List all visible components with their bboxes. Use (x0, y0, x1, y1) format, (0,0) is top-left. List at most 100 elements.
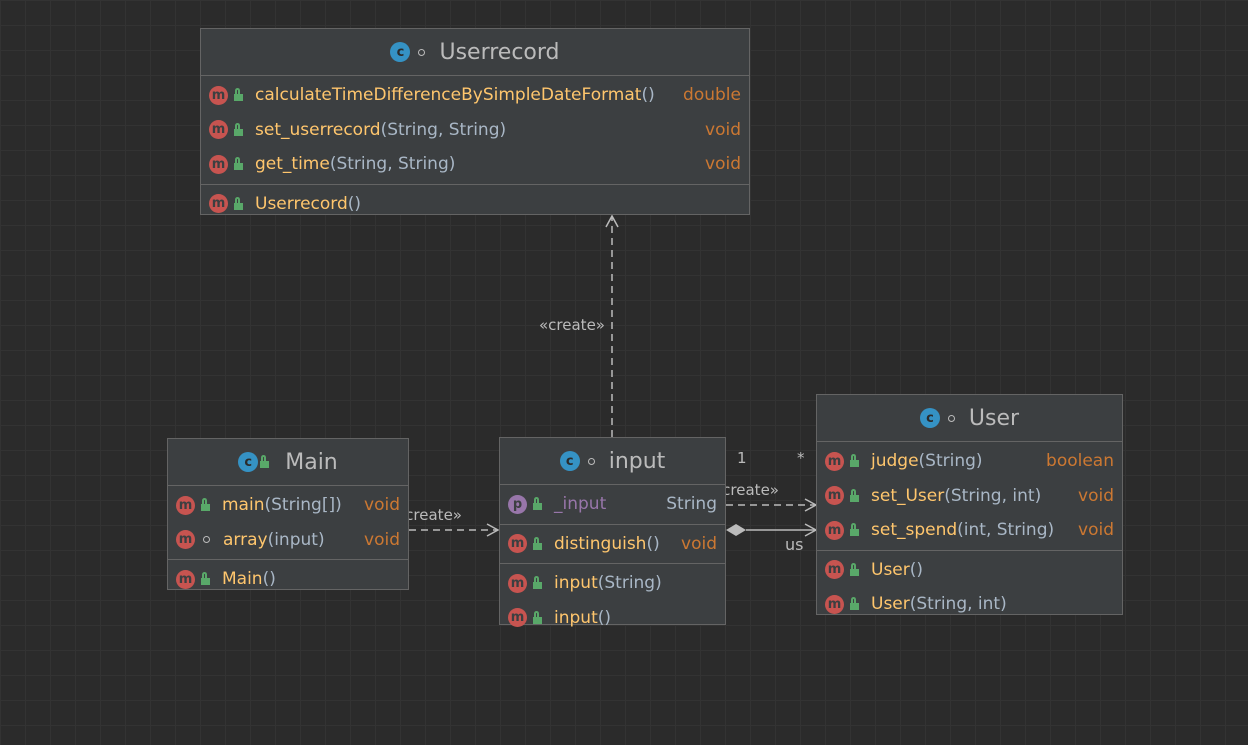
public-icon (201, 572, 210, 586)
constructor-row[interactable]: m Main () (168, 562, 408, 597)
method-name: array (223, 529, 268, 550)
methods-section: m judge (String) boolean m set_User (Str… (817, 442, 1122, 551)
constructors-section: m Userrecord () (201, 185, 749, 224)
constructor-row[interactable]: m User () (817, 553, 1122, 588)
constructor-name: Userrecord (255, 193, 348, 214)
fields-section: p _input String (500, 485, 725, 525)
field-icon: p (508, 494, 527, 514)
return-type: void (705, 119, 741, 140)
method-row[interactable]: m get_time (String, String) void (201, 147, 749, 182)
constructor-params: (String) (597, 573, 662, 594)
class-name: User (968, 405, 1020, 431)
package-visibility-icon (947, 414, 955, 422)
public-icon (533, 536, 542, 550)
constructor-params: () (597, 607, 611, 628)
field-type: String (666, 494, 717, 515)
return-type: void (705, 154, 741, 175)
method-icon: m (209, 194, 228, 214)
method-row[interactable]: m set_userrecord (String, String) void (201, 113, 749, 148)
multiplicity-one: 1 (737, 449, 747, 467)
class-main[interactable]: c Main m main (String[]) void m array (i… (167, 438, 409, 590)
method-params: (String[]) (264, 495, 342, 516)
method-row[interactable]: m array (input) void (168, 523, 408, 558)
method-row[interactable]: m judge (String) boolean (817, 444, 1122, 479)
constructor-name: Main (222, 569, 263, 590)
method-params: (String) (918, 451, 983, 472)
public-icon (850, 523, 859, 537)
runnable-class-icon: c (238, 452, 259, 472)
return-type: void (364, 529, 400, 550)
method-icon: m (209, 154, 228, 174)
class-header: c Main (168, 439, 408, 486)
method-params: (String, String) (329, 154, 456, 175)
class-user[interactable]: c User m judge (String) boolean m set_Us… (816, 394, 1123, 615)
method-icon: m (176, 495, 195, 515)
method-name: set_userrecord (255, 119, 381, 140)
method-row[interactable]: m set_User (String, int) void (817, 479, 1122, 514)
class-name: input (608, 448, 666, 474)
method-icon: m (508, 534, 527, 554)
method-icon: m (825, 520, 844, 540)
constructors-section: m User () m User (String, int) (817, 551, 1122, 624)
method-icon: m (176, 530, 195, 550)
method-name: set_User (871, 485, 945, 506)
method-icon: m (209, 85, 228, 105)
public-icon (533, 610, 542, 624)
public-icon (850, 488, 859, 502)
method-params: (int, String) (957, 520, 1055, 541)
public-icon (533, 497, 542, 511)
method-params: (String, int) (944, 485, 1042, 506)
public-icon (850, 597, 859, 611)
package-visibility-icon (418, 48, 426, 56)
constructors-section: m input (String) m input () (500, 564, 725, 637)
method-params: () (641, 85, 655, 106)
public-icon (850, 454, 859, 468)
class-header: c Userrecord (201, 29, 749, 76)
method-row[interactable]: m set_spend (int, String) void (817, 513, 1122, 548)
method-name: get_time (255, 154, 330, 175)
class-icon: c (559, 451, 580, 471)
constructor-row[interactable]: m User (String, int) (817, 587, 1122, 622)
association-role-us: us (785, 535, 804, 554)
multiplicity-many: * (797, 449, 805, 467)
method-params: (input) (267, 529, 325, 550)
constructor-name: User (871, 559, 910, 580)
return-type: double (683, 85, 741, 106)
aggregation-diamond (726, 524, 746, 536)
method-row[interactable]: m calculateTimeDifferenceBySimpleDateFor… (201, 78, 749, 113)
field-name: _input (554, 494, 607, 515)
method-icon: m (825, 486, 844, 506)
class-header: c input (500, 438, 725, 485)
method-row[interactable]: m distinguish () void (500, 527, 725, 562)
method-icon: m (825, 594, 844, 614)
package-visibility-icon (203, 536, 210, 544)
method-name: distinguish (554, 533, 647, 554)
create-label-userrecord: «create» (539, 316, 605, 334)
package-visibility-icon (587, 457, 595, 465)
constructor-name: User (871, 594, 910, 615)
public-icon (234, 196, 243, 210)
class-input[interactable]: c input p _input String m distinguish ()… (499, 437, 726, 628)
method-row[interactable]: m main (String[]) void (168, 488, 408, 523)
method-icon: m (825, 560, 844, 580)
class-header: c User (817, 395, 1122, 442)
public-icon (234, 122, 243, 136)
constructor-params: () (909, 559, 924, 580)
constructor-row[interactable]: m input (String) (500, 566, 725, 601)
return-type: boolean (1046, 451, 1114, 472)
constructor-row[interactable]: m input () (500, 601, 725, 636)
constructor-row[interactable]: m Userrecord () (201, 187, 749, 222)
constructor-params: (String, int) (909, 594, 1007, 615)
method-name: judge (871, 451, 919, 472)
return-type: void (1078, 520, 1114, 541)
class-userrecord[interactable]: c Userrecord m calculateTimeDifferenceBy… (200, 28, 750, 215)
field-row[interactable]: p _input String (500, 487, 725, 522)
methods-section: m main (String[]) void m array (input) v… (168, 486, 408, 560)
public-icon (260, 455, 270, 468)
method-params: (String, String) (380, 119, 507, 140)
class-icon: c (390, 42, 411, 62)
constructor-name: input (554, 573, 598, 594)
class-name: Userrecord (439, 39, 560, 65)
constructor-params: () (262, 569, 276, 590)
methods-section: m calculateTimeDifferenceBySimpleDateFor… (201, 76, 749, 185)
